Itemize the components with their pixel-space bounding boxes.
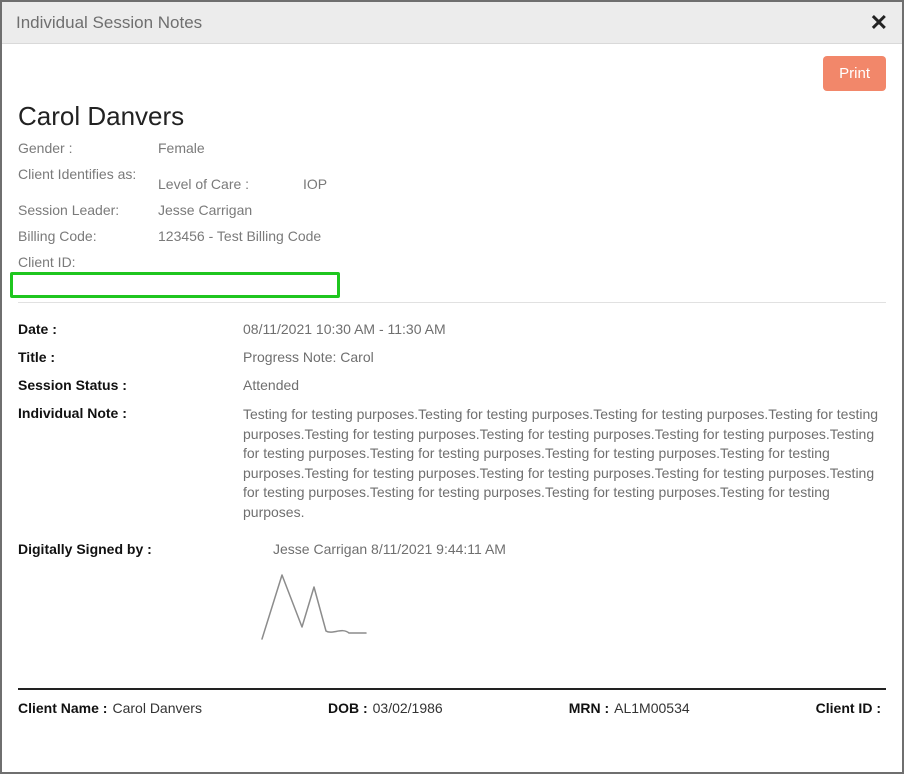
signature-block: Digitally Signed by : Jesse Carrigan 8/1… [18, 541, 886, 652]
billing-code-highlight [10, 272, 340, 298]
gender-value: Female [158, 138, 303, 158]
footer-dob: DOB : 03/02/1986 [328, 700, 443, 716]
title-row: Title : Progress Note: Carol [18, 349, 886, 365]
date-row: Date : 08/11/2021 10:30 AM - 11:30 AM [18, 321, 886, 337]
client-id-label: Client ID: [18, 252, 158, 272]
close-icon[interactable]: ✕ [870, 12, 888, 34]
footer-mrn-label: MRN : [569, 700, 609, 716]
signature-image [254, 567, 404, 647]
modal-window: Individual Session Notes ✕ Print Carol D… [0, 0, 904, 774]
note-label: Individual Note : [18, 405, 243, 421]
title-bar: Individual Session Notes ✕ [2, 2, 902, 44]
client-meta: Gender : Female Client Identifies as: Le… [18, 138, 886, 272]
status-row: Session Status : Attended [18, 377, 886, 393]
divider [18, 302, 886, 303]
title-value: Progress Note: Carol [243, 349, 886, 365]
modal-body: Print Carol Danvers Gender : Female Clie… [2, 44, 902, 732]
billing-code-label: Billing Code: [18, 226, 158, 246]
footer-client-id-label: Client ID : [816, 700, 881, 716]
action-bar: Print [18, 56, 886, 91]
client-id-value [158, 252, 503, 272]
loc-value: IOP [303, 174, 503, 194]
footer-mrn: MRN : AL1M00534 [569, 700, 690, 716]
title-label: Title : [18, 349, 243, 365]
footer-dob-label: DOB : [328, 700, 368, 716]
footer-client-name: Client Name : Carol Danvers [18, 700, 202, 716]
footer-client-id: Client ID : [816, 700, 886, 716]
footer-bar: Client Name : Carol Danvers DOB : 03/02/… [18, 688, 886, 716]
note-row: Individual Note : Testing for testing pu… [18, 405, 886, 523]
billing-code-value: 123456 - Test Billing Code [158, 226, 503, 246]
footer-client-name-label: Client Name : [18, 700, 107, 716]
gender-label: Gender : [18, 138, 158, 158]
note-value: Testing for testing purposes.Testing for… [243, 405, 886, 523]
footer-client-name-value: Carol Danvers [112, 700, 201, 716]
date-value: 08/11/2021 10:30 AM - 11:30 AM [243, 321, 886, 337]
identifies-value [158, 164, 303, 168]
identifies-label: Client Identifies as: [18, 164, 158, 184]
signature-value: Jesse Carrigan 8/11/2021 9:44:11 AM [273, 541, 506, 557]
status-value: Attended [243, 377, 886, 393]
session-leader-label: Session Leader: [18, 200, 158, 220]
footer-mrn-value: AL1M00534 [614, 700, 690, 716]
session-leader-value: Jesse Carrigan [158, 200, 503, 220]
signature-label: Digitally Signed by : [18, 541, 273, 557]
footer-dob-value: 03/02/1986 [373, 700, 443, 716]
window-title: Individual Session Notes [16, 13, 202, 33]
print-button[interactable]: Print [823, 56, 886, 91]
client-name-heading: Carol Danvers [18, 101, 886, 132]
date-label: Date : [18, 321, 243, 337]
status-label: Session Status : [18, 377, 243, 393]
loc-label: Level of Care : [158, 174, 303, 194]
